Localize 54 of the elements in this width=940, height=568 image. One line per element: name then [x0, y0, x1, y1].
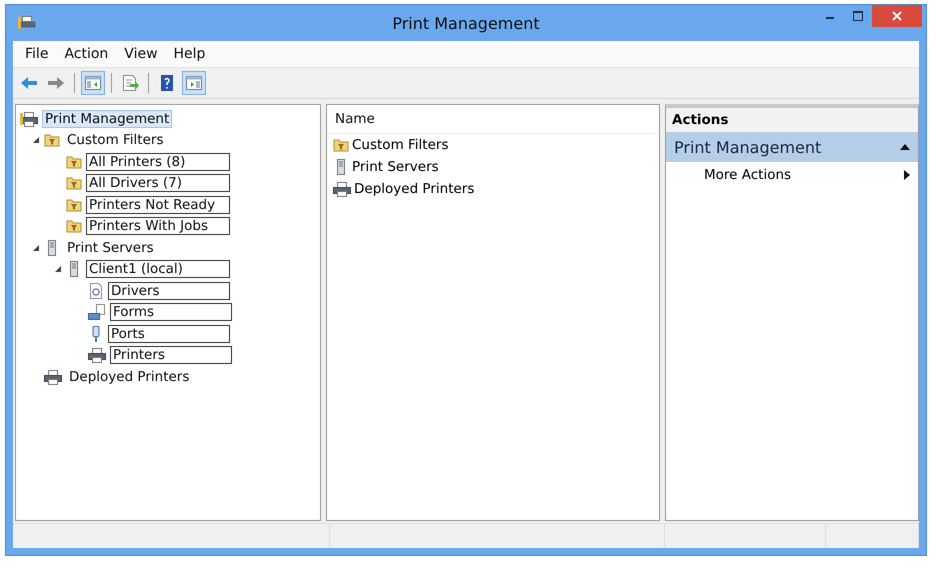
tree-item[interactable]: Ports — [108, 324, 230, 343]
tree-item[interactable]: Printers Not Ready — [86, 196, 230, 214]
tree-item[interactable]: Printers With Jobs — [86, 217, 230, 236]
pane-toggle-button[interactable] — [81, 71, 105, 95]
collapse-arrow-icon[interactable] — [32, 136, 40, 144]
export-page-icon — [121, 74, 139, 92]
actions-header: Actions — [666, 108, 918, 132]
collapse-arrow-icon[interactable] — [32, 244, 40, 252]
tree-item[interactable]: Custom Filters — [64, 131, 166, 150]
tree-item[interactable]: Client1 (local) — [86, 260, 230, 278]
help-icon — [158, 74, 176, 92]
menu-item[interactable]: File — [19, 46, 54, 62]
list-item[interactable]: Deployed Printers — [354, 181, 474, 197]
column-header[interactable]: Name — [327, 105, 659, 134]
filter-folder-icon — [66, 175, 82, 192]
window-title: Print Management — [391, 14, 541, 32]
tree-item[interactable]: Printers — [110, 346, 232, 364]
filter-folder-icon — [66, 218, 82, 234]
forward-arrow-icon — [47, 74, 65, 92]
tree-item[interactable]: Drivers — [108, 282, 230, 300]
tree-item[interactable]: Forms — [110, 303, 232, 322]
gear-page-icon — [88, 282, 104, 299]
collapse-arrow-icon[interactable] — [54, 265, 62, 274]
action-link[interactable]: More Actions — [666, 162, 918, 188]
actions-section-header[interactable]: Print Management — [666, 132, 918, 162]
pane-toggle-button[interactable] — [182, 71, 206, 95]
menu-item[interactable]: Help — [168, 46, 212, 62]
printer-icon — [20, 110, 38, 127]
tree-item[interactable]: All Drivers (7) — [86, 174, 230, 192]
printer-icon — [88, 347, 106, 364]
list-item[interactable]: Print Servers — [352, 159, 439, 175]
close-icon — [892, 11, 902, 21]
forms-icon — [88, 304, 106, 320]
maximize-icon — [853, 11, 863, 21]
tree-item[interactable]: Print Servers — [64, 238, 157, 257]
printer-icon — [44, 368, 62, 385]
filter-folder-icon — [66, 196, 82, 213]
filter-folder-icon — [44, 132, 60, 148]
tree-item[interactable]: Deployed Printers — [66, 368, 192, 386]
pane-layout-icon — [84, 74, 102, 92]
submenu-arrow-icon — [904, 170, 910, 180]
back-arrow-icon — [20, 74, 38, 92]
filter-folder-icon — [333, 137, 349, 153]
menu-item[interactable]: Action — [58, 46, 114, 62]
menu-item[interactable]: View — [118, 46, 164, 62]
printer-icon — [333, 181, 351, 197]
list-item[interactable]: Custom Filters — [352, 137, 448, 153]
collapse-arrow-icon — [900, 144, 910, 150]
tree-item[interactable]: All Printers (8) — [86, 152, 230, 171]
tree-item[interactable]: Print Management — [42, 110, 172, 128]
filter-folder-icon — [66, 154, 82, 170]
close-button[interactable] — [872, 5, 922, 27]
printer-icon — [18, 15, 36, 31]
pane-layout-icon — [185, 74, 203, 92]
